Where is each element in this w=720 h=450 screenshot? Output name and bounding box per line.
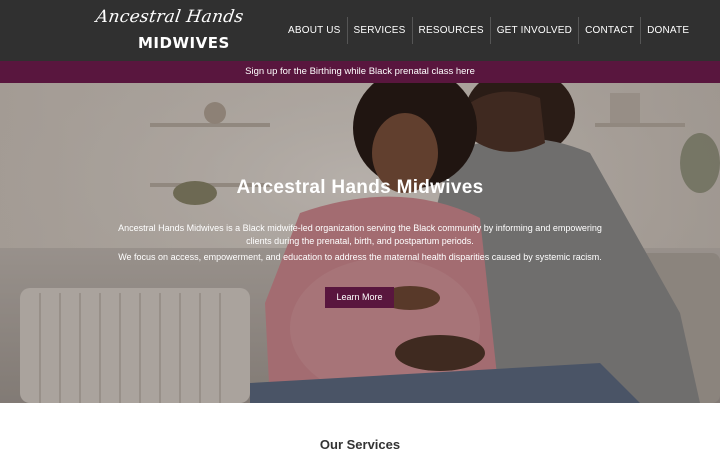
hero-title: Ancestral Hands Midwives — [236, 177, 484, 198]
site-logo[interactable]: Ancestral Hands MIDWIVES — [95, 5, 245, 55]
nav-services[interactable]: SERVICES — [348, 17, 412, 44]
hero-section: Ancestral Hands Midwives Ancestral Hands… — [0, 83, 720, 403]
hero-focus-text: We focus on access, empowerment, and edu… — [118, 252, 602, 262]
nav-get-involved[interactable]: GET INVOLVED — [491, 17, 578, 44]
nav-donate[interactable]: DONATE — [641, 17, 695, 44]
announcement-banner[interactable]: Sign up for the Birthing while Black pre… — [0, 61, 720, 83]
logo-script-text: Ancestral Hands — [94, 7, 245, 27]
site-header: Ancestral Hands MIDWIVES ABOUT US SERVIC… — [0, 0, 720, 61]
nav-resources[interactable]: RESOURCES — [413, 17, 490, 44]
logo-block-text: MIDWIVES — [138, 34, 230, 52]
nav-contact[interactable]: CONTACT — [579, 17, 640, 44]
hero-description: Ancestral Hands Midwives is a Black midw… — [118, 223, 602, 246]
services-section-title: Our Services — [319, 437, 401, 450]
nav-about-us[interactable]: ABOUT US — [282, 17, 347, 44]
main-nav: ABOUT US SERVICES RESOURCES GET INVOLVED… — [282, 17, 695, 44]
learn-more-button[interactable]: Learn More — [325, 287, 394, 308]
